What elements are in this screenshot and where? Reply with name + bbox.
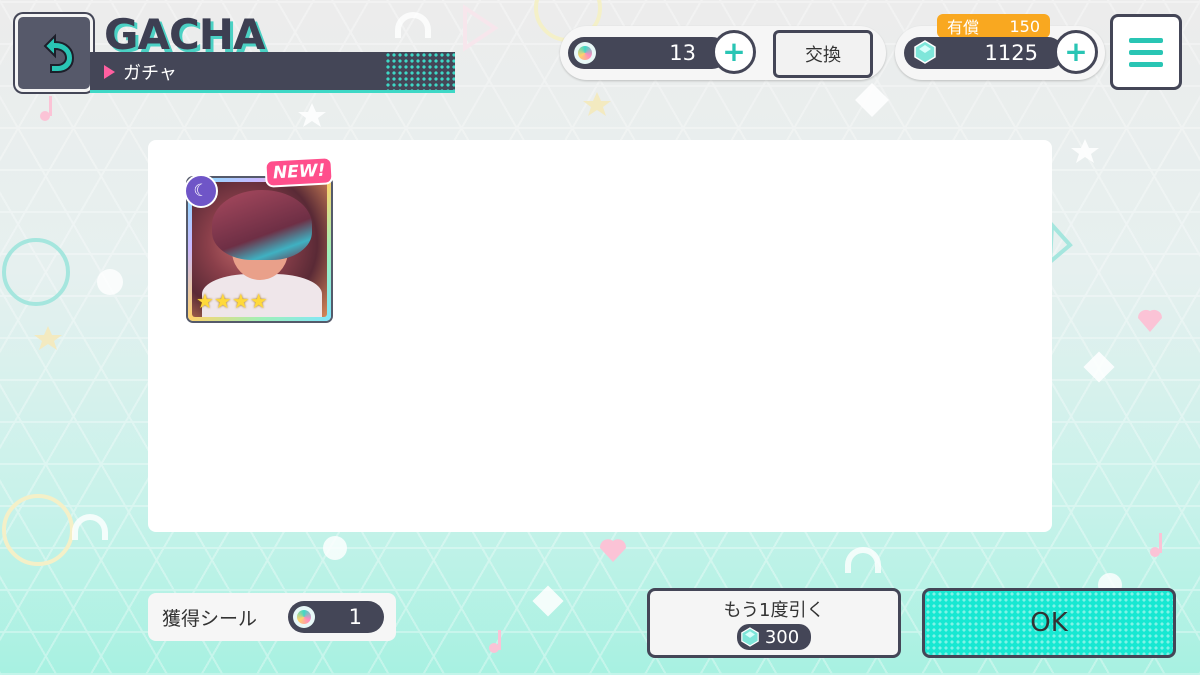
disc-sticker-icon <box>293 606 315 628</box>
add-gem-button[interactable]: + <box>1054 30 1098 74</box>
ticket-count: 13 <box>669 41 696 65</box>
new-badge: NEW! <box>264 156 335 188</box>
draw-again-button[interactable]: もう1度引く 300 <box>647 588 901 658</box>
character-card[interactable]: ☾ NEW! ★★★★ <box>184 156 335 321</box>
title-bar: ガチャ <box>90 52 455 93</box>
draw-again-cost-value: 300 <box>764 626 800 648</box>
exchange-label: 交換 <box>805 45 841 66</box>
dot-pattern <box>385 52 455 90</box>
ok-button[interactable]: OK <box>922 588 1176 658</box>
draw-again-cost: 300 <box>736 624 812 650</box>
disc-ticket-icon <box>574 42 596 64</box>
add-ticket-button[interactable]: + <box>712 30 756 74</box>
rarity-stars: ★★★★ <box>196 289 268 313</box>
paid-value: 150 <box>1009 16 1040 36</box>
stickers-label: 獲得シール <box>162 607 258 630</box>
page-subtitle: ガチャ <box>123 63 177 84</box>
hamburger-menu-icon <box>1129 37 1163 43</box>
plus-icon: + <box>722 35 746 68</box>
gacha-result-panel: ☾ NEW! ★★★★ <box>148 140 1052 532</box>
crystal-gem-icon <box>914 40 936 64</box>
draw-again-label: もう1度引く <box>723 600 825 621</box>
gem-counter: 1125 <box>904 37 1064 69</box>
paid-gem-badge: 有償 150 <box>937 14 1050 38</box>
sticker-counter: 1 <box>288 601 384 633</box>
crystal-gem-icon <box>741 627 759 647</box>
plus-icon: + <box>1064 35 1088 68</box>
paid-label: 有償 <box>947 18 980 37</box>
menu-button[interactable] <box>1110 14 1182 90</box>
triangle-icon <box>104 65 115 79</box>
sticker-count: 1 <box>348 605 362 629</box>
back-arrow-icon <box>43 33 75 73</box>
exchange-button[interactable]: 交換 <box>773 30 873 78</box>
ok-label: OK <box>1030 608 1068 638</box>
back-button[interactable] <box>15 14 93 92</box>
moon-icon: ☾ <box>184 174 218 208</box>
ticket-counter: 13 <box>568 37 728 69</box>
gem-count: 1125 <box>984 41 1038 65</box>
obtained-stickers: 獲得シール 1 <box>148 593 396 641</box>
